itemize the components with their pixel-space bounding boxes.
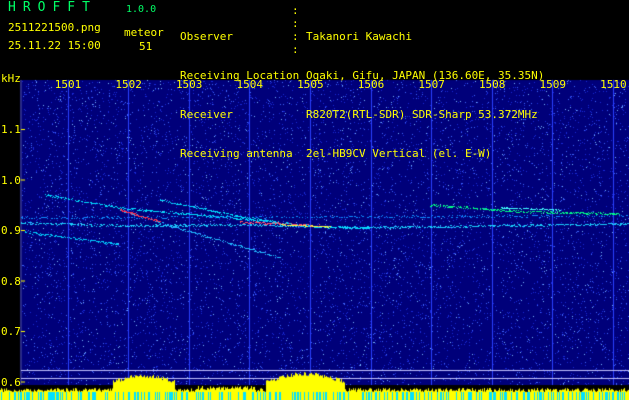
minute-tick-label: 1510 (600, 78, 627, 91)
minute-tick-row: 1501 1502 1503 1504 1505 1506 1507 1508 1509 1510 (0, 78, 629, 92)
app-version: 1.0.0 (126, 4, 157, 15)
info-keys: Observer Receiving Location Receiver Rec… (180, 4, 299, 186)
app-logo: HROFFT (8, 0, 97, 15)
minute-tick-label: 1506 (357, 78, 385, 91)
y-tick-label: 0.8 (1, 274, 21, 288)
info-colons: : : : : (292, 4, 299, 56)
meteor-label: meteor (124, 26, 164, 39)
meteor-count: 51 (139, 40, 153, 53)
y-tick-label: 1.0 (1, 173, 21, 187)
info-value-receiver: R820T2(RTL-SDR) SDR-Sharp 53.372MHz (306, 108, 538, 121)
minute-tick-label: 1502 (115, 78, 142, 91)
file-name: 2511221500.png (8, 21, 101, 34)
minute-tick-label: 1505 (297, 78, 324, 91)
minute-tick-label: 1501 (54, 78, 82, 91)
y-tick-label: 1.1 (1, 123, 21, 136)
recording-datetime: 25.11.22 15:00 (8, 39, 101, 52)
y-tick-label: 0.7 (1, 325, 21, 338)
hrofft-screen: HROFFT 1.0.0 2511221500.png 25.11.22 15:… (0, 0, 629, 400)
info-key-antenna: Receiving antenna (180, 147, 293, 160)
minute-tick-label: 1503 (175, 78, 203, 91)
minute-tick-label: 1509 (539, 78, 567, 91)
minute-tick-label: 1504 (236, 78, 264, 91)
info-value-observer: Takanori Kawachi (306, 30, 412, 43)
info-key-observer: Observer (180, 30, 233, 43)
minute-tick-label: 1508 (478, 78, 506, 91)
minute-tick-label: 1507 (418, 78, 445, 91)
info-values: Takanori Kawachi Ogaki, Gifu, JAPAN (136… (306, 4, 544, 186)
info-key-receiver: Receiver (180, 108, 233, 121)
y-tick-label: 0.6 (1, 375, 21, 389)
y-tick-label: 0.9 (1, 224, 21, 237)
info-value-antenna: 2el-HB9CV Vertical (el. E-W) (306, 147, 492, 160)
